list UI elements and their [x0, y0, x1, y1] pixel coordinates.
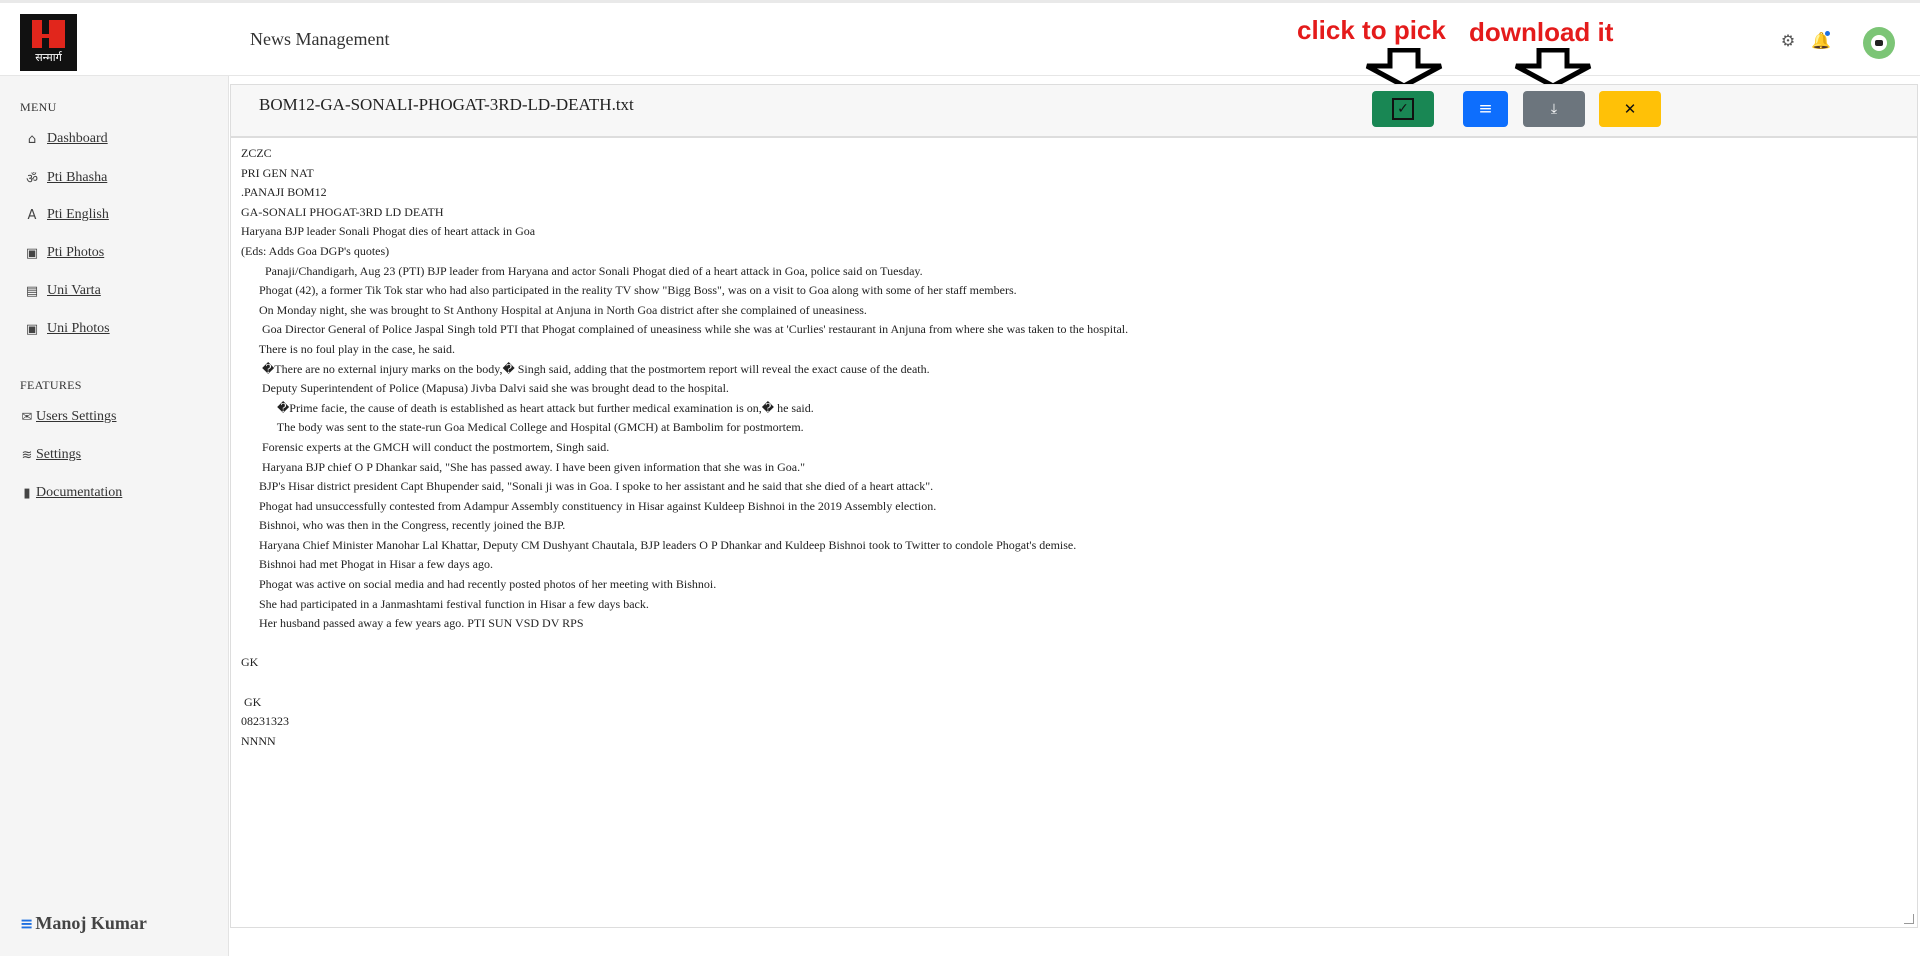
content-line: Goa Director General of Police Jaspal Si… — [241, 322, 1129, 337]
content-line — [241, 634, 1917, 654]
home-icon: ⌂ — [27, 131, 37, 147]
image-icon: ▣ — [25, 245, 39, 261]
content-line: Bishnoi, who was then in the Congress, r… — [241, 518, 566, 533]
sidebar-item-pti-photos[interactable]: ▣ Pti Photos — [25, 245, 104, 261]
download-button[interactable]: ⤓ — [1523, 91, 1585, 127]
app-title: News Management — [250, 29, 390, 49]
content-line: PRI GEN NAT — [241, 165, 314, 180]
envelope-icon: ✉ — [21, 409, 33, 425]
close-button[interactable]: ✕ — [1599, 91, 1661, 127]
sidebar-item-pti-english[interactable]: A Pti English — [25, 207, 109, 223]
menu-icon[interactable]: ≡ — [20, 914, 33, 933]
content-line: ZCZC — [241, 146, 272, 160]
layers-icon: ≋ — [21, 447, 33, 463]
content-line: Haryana BJP chief O P Dhankar said, "She… — [241, 459, 805, 474]
brand-logo[interactable]: सन्मार्ग — [20, 14, 77, 71]
content-line: Panaji/Chandigarh, Aug 23 (PTI) BJP lead… — [241, 263, 923, 278]
gear-icon[interactable]: ⚙ — [1778, 31, 1798, 51]
om-icon: ॐ — [26, 172, 38, 187]
sidebar-item-label: Settings — [36, 447, 82, 462]
sidebar-item-label: Uni Photos — [47, 321, 110, 336]
sidebar-item-uni-photos[interactable]: ▣ Uni Photos — [25, 321, 110, 337]
content-line: Phogat (42), a former Tik Tok star who h… — [241, 283, 1017, 298]
user-menu[interactable]: ≡ Manoj Kumar — [20, 913, 147, 934]
sidebar-item-dashboard[interactable]: ⌂ Dashboard — [25, 131, 108, 147]
sidebar-item-label: Dashboard — [47, 131, 108, 146]
content-line: She had participated in a Janmashtami fe… — [241, 596, 649, 611]
sidebar-item-documentation[interactable]: ▮ Documentation — [20, 485, 122, 501]
content-line: 08231323 — [241, 714, 289, 729]
sidebar-item-label: Pti English — [47, 207, 109, 222]
notification-dot — [1825, 31, 1830, 36]
arrow-down-icon — [1365, 48, 1443, 88]
sidebar-item-uni-varta[interactable]: ▤ Uni Varta — [25, 283, 101, 299]
sidebar-item-label: Users Settings — [36, 409, 117, 424]
letter-a-icon: A — [27, 207, 37, 223]
content-line: BJP's Hisar district president Capt Bhup… — [241, 479, 934, 494]
document-icon: ▤ — [25, 283, 39, 299]
content-line: Bishnoi had met Phogat in Hisar a few da… — [241, 557, 493, 572]
file-content-textarea[interactable]: ZCZC PRI GEN NAT .PANAJI BOM12 GA-SONALI PH… — [231, 137, 1917, 927]
sidebar-item-settings[interactable]: ≋ Settings — [20, 447, 82, 463]
content-line: The body was sent to the state-run Goa M… — [241, 420, 804, 435]
check-square-icon: ✓ — [1392, 98, 1414, 120]
file-name: BOM12-GA-SONALI-PHOGAT-3RD-LD-DEATH.txt — [259, 95, 634, 114]
list-button[interactable]: ≡ — [1463, 91, 1508, 127]
content-line: NNNN — [241, 733, 276, 748]
content-line: Her husband passed away a few years ago.… — [241, 616, 584, 631]
logo-text: सन्मार्ग — [35, 51, 62, 64]
file-icon: ▮ — [23, 485, 31, 501]
sidebar-item-label: Pti Photos — [47, 245, 105, 260]
content-line: Deputy Superintendent of Police (Mapusa)… — [241, 381, 729, 396]
content-line: GK — [241, 694, 262, 709]
annotation-click-to-pick: click to pick — [1297, 15, 1446, 45]
content-line: On Monday night, she was brought to St A… — [241, 302, 867, 317]
download-icon: ⤓ — [1550, 101, 1558, 117]
sidebar-item-pti-bhasha[interactable]: ॐ Pti Bhasha — [25, 169, 107, 187]
content-line: Phogat had unsuccessfully contested from… — [241, 498, 937, 513]
content-line: �There are no external injury marks on t… — [241, 361, 930, 376]
user-name: Manoj Kumar — [35, 913, 147, 933]
content-line: There is no foul play in the case, he sa… — [241, 341, 456, 356]
content-line: Haryana BJP leader Sonali Phogat dies of… — [241, 224, 536, 239]
sidebar-item-label: Documentation — [36, 485, 123, 500]
annotation-download-it: download it — [1469, 17, 1614, 47]
file-viewer-panel: BOM12-GA-SONALI-PHOGAT-3RD-LD-DEATH.txt … — [230, 84, 1918, 928]
image-icon: ▣ — [25, 321, 39, 337]
pick-button[interactable]: ✓ — [1372, 91, 1434, 127]
sidebar-item-users-settings[interactable]: ✉ Users Settings — [20, 409, 117, 425]
panel-header: BOM12-GA-SONALI-PHOGAT-3RD-LD-DEATH.txt … — [231, 85, 1917, 137]
features-heading: FEATURES — [20, 378, 82, 392]
content-line: GA-SONALI PHOGAT-3RD LD DEATH — [241, 204, 444, 219]
content-line: (Eds: Adds Goa DGP's quotes) — [241, 243, 390, 258]
resize-handle[interactable] — [1904, 914, 1914, 924]
sidebar: MENU ⌂ Dashboard ॐ Pti Bhasha A Pti Engl… — [0, 76, 229, 956]
close-icon: ✕ — [1623, 100, 1637, 118]
arrow-down-icon — [1514, 48, 1592, 88]
content-line: Haryana Chief Minister Manohar Lal Khatt… — [241, 537, 1077, 552]
content-line: Forensic experts at the GMCH will conduc… — [241, 439, 610, 454]
content-line: GK — [241, 655, 259, 670]
sidebar-item-label: Uni Varta — [47, 283, 101, 298]
menu-heading: MENU — [20, 100, 57, 114]
bell-icon[interactable]: 🔔 — [1811, 31, 1831, 51]
content-line: Phogat was active on social media and ha… — [241, 577, 717, 592]
sidebar-item-label: Pti Bhasha — [47, 170, 108, 185]
avatar-icon[interactable] — [1863, 27, 1895, 59]
content-line: .PANAJI BOM12 — [241, 185, 327, 200]
content-line — [241, 673, 1917, 693]
list-icon: ≡ — [1478, 99, 1493, 119]
content-line: �Prime facie, the cause of death is esta… — [241, 400, 814, 415]
logo-mark — [32, 20, 65, 48]
top-bar: सन्मार्ग News Management ⚙ 🔔 — [0, 0, 1920, 76]
